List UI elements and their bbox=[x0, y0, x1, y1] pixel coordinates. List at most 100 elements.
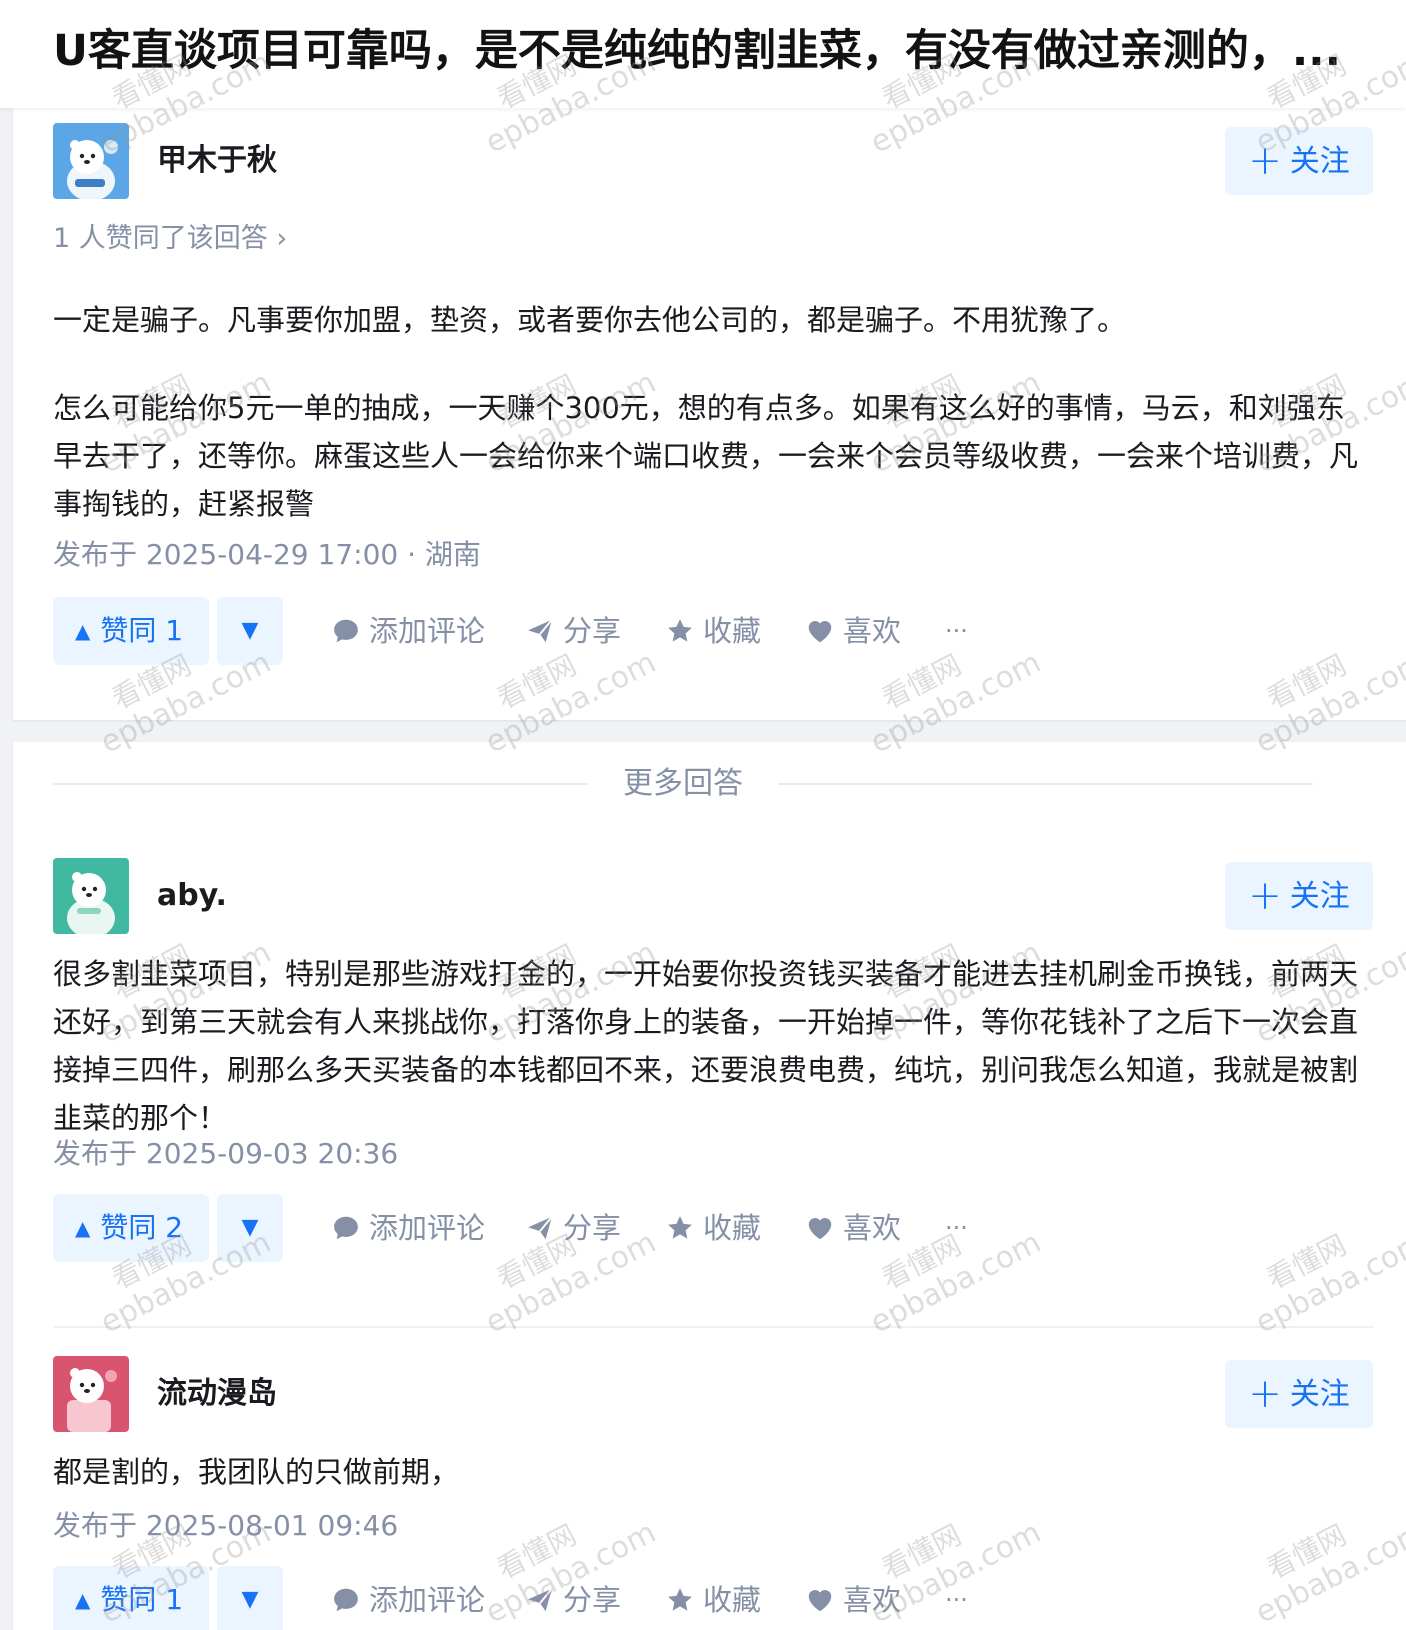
avatar-image bbox=[53, 123, 129, 199]
question-header: U客直谈项目可靠吗，是不是纯纯的割韭菜，有没有做过亲测的，... bbox=[0, 0, 1406, 108]
heart-icon bbox=[805, 1213, 835, 1243]
answer-paragraph: 很多割韭菜项目，特别是那些游戏打金的，一开始要你投资钱买装备才能进去挂机刷金币换… bbox=[53, 957, 1359, 1135]
star-icon bbox=[665, 616, 695, 646]
like-button[interactable]: 喜欢 bbox=[805, 1566, 901, 1630]
favorite-button[interactable]: 收藏 bbox=[665, 1566, 761, 1630]
follow-button[interactable]: + 关注 bbox=[1225, 1360, 1373, 1428]
action-bar: ▲ 赞同 1 ▼ 添加评论 分享 收藏 喜欢 ··· bbox=[53, 1566, 1053, 1630]
vote-down-button[interactable]: ▼ bbox=[217, 597, 283, 665]
answer-content: 一定是骗子。凡事要你加盟，垫资，或者要你去他公司的，都是骗子。不用犹豫了。 怎么… bbox=[53, 296, 1371, 528]
like-label: 喜欢 bbox=[843, 1583, 902, 1617]
answer-item: 流动漫岛 + 关注 都是割的，我团队的只做前期， 发布于 2025-08-01 0… bbox=[53, 1356, 1373, 1630]
add-comment-button[interactable]: 添加评论 bbox=[331, 1194, 485, 1262]
share-label: 分享 bbox=[563, 1583, 622, 1617]
comment-icon bbox=[331, 616, 361, 646]
more-answers-divider: 更多回答 bbox=[53, 754, 1373, 814]
vote-down-button[interactable]: ▼ bbox=[217, 1194, 283, 1262]
heart-icon bbox=[805, 1585, 835, 1615]
comment-label: 添加评论 bbox=[369, 614, 486, 648]
plus-icon: + bbox=[1248, 1371, 1282, 1417]
comment-icon bbox=[331, 1213, 361, 1243]
like-button[interactable]: 喜欢 bbox=[805, 1194, 901, 1262]
voters-text[interactable]: 1 人赞同了该回答 › bbox=[53, 221, 287, 257]
action-bar: ▲ 赞同 2 ▼ 添加评论 分享 收藏 喜欢 ··· bbox=[53, 1194, 1053, 1262]
favorite-label: 收藏 bbox=[703, 1211, 762, 1245]
author-name[interactable]: 流动漫岛 bbox=[157, 1374, 277, 1414]
comment-icon bbox=[331, 1585, 361, 1615]
share-label: 分享 bbox=[563, 1211, 622, 1245]
like-label: 喜欢 bbox=[843, 614, 902, 648]
question-title[interactable]: U客直谈项目可靠吗，是不是纯纯的割韭菜，有没有做过亲测的，... bbox=[53, 24, 1363, 78]
page: U客直谈项目可靠吗，是不是纯纯的割韭菜，有没有做过亲测的，... 甲木于秋 + … bbox=[0, 0, 1406, 1630]
heart-icon bbox=[805, 616, 835, 646]
answer-separator bbox=[53, 1326, 1373, 1328]
follow-label: 关注 bbox=[1289, 879, 1350, 914]
divider-line bbox=[53, 783, 588, 785]
vote-up-label: 赞同 1 bbox=[100, 1583, 184, 1616]
avatar[interactable] bbox=[53, 123, 129, 199]
favorite-label: 收藏 bbox=[703, 614, 762, 648]
more-answers-card: 更多回答 aby. + 关注 很多割韭菜项目，特别是那些游戏打金的，一开始要你投… bbox=[13, 742, 1406, 1630]
triangle-down-icon: ▼ bbox=[241, 618, 259, 643]
answer-item: 甲木于秋 + 关注 1 人赞同了该回答 › 一定是骗子。凡事要你加盟，垫资，或者要… bbox=[53, 108, 1373, 720]
vote-up-button[interactable]: ▲ 赞同 1 bbox=[53, 1566, 209, 1630]
share-button[interactable]: 分享 bbox=[525, 597, 621, 665]
share-button[interactable]: 分享 bbox=[525, 1566, 621, 1630]
add-comment-button[interactable]: 添加评论 bbox=[331, 1566, 485, 1630]
vote-down-button[interactable]: ▼ bbox=[217, 1566, 283, 1630]
answer-content: 都是割的，我团队的只做前期， bbox=[53, 1448, 1371, 1496]
plus-icon: + bbox=[1248, 138, 1282, 184]
avatar-image bbox=[53, 858, 129, 934]
action-bar: ▲ 赞同 1 ▼ 添加评论 分享 收藏 喜欢 ··· bbox=[53, 597, 1053, 665]
vote-up-label: 赞同 2 bbox=[100, 1211, 184, 1244]
answer-item: aby. + 关注 很多割韭菜项目，特别是那些游戏打金的，一开始要你投资钱买装备才… bbox=[53, 858, 1373, 1328]
divider-line bbox=[778, 783, 1313, 785]
like-label: 喜欢 bbox=[843, 1211, 902, 1245]
triangle-up-icon: ▲ bbox=[75, 619, 91, 643]
comment-label: 添加评论 bbox=[369, 1211, 486, 1245]
answer-paragraph: 怎么可能给你5元一单的抽成，一天赚个300元，想的有点多。如果有这么好的事情，马… bbox=[53, 391, 1359, 521]
plus-icon: + bbox=[1248, 873, 1282, 919]
share-icon bbox=[525, 616, 555, 646]
star-icon bbox=[665, 1213, 695, 1243]
vote-up-button[interactable]: ▲ 赞同 2 bbox=[53, 1194, 209, 1262]
triangle-down-icon: ▼ bbox=[241, 1587, 259, 1612]
publish-meta[interactable]: 发布于 2025-08-01 09:46 bbox=[53, 1508, 398, 1544]
follow-label: 关注 bbox=[1289, 1377, 1350, 1412]
triangle-down-icon: ▼ bbox=[241, 1215, 259, 1240]
add-comment-button[interactable]: 添加评论 bbox=[331, 597, 485, 665]
avatar[interactable] bbox=[53, 858, 129, 934]
more-button[interactable]: ··· bbox=[945, 1566, 968, 1630]
triangle-up-icon: ▲ bbox=[75, 1216, 91, 1240]
vote-up-label: 赞同 1 bbox=[100, 614, 184, 647]
share-icon bbox=[525, 1213, 555, 1243]
vote-up-button[interactable]: ▲ 赞同 1 bbox=[53, 597, 209, 665]
star-icon bbox=[665, 1585, 695, 1615]
author-info: aby. + 关注 bbox=[53, 858, 1373, 934]
share-button[interactable]: 分享 bbox=[525, 1194, 621, 1262]
favorite-button[interactable]: 收藏 bbox=[665, 597, 761, 665]
more-answers-label: 更多回答 bbox=[623, 766, 743, 801]
publish-meta[interactable]: 发布于 2025-04-29 17:00 · 湖南 bbox=[53, 537, 481, 573]
follow-button[interactable]: + 关注 bbox=[1225, 862, 1373, 930]
favorite-button[interactable]: 收藏 bbox=[665, 1194, 761, 1262]
more-button[interactable]: ··· bbox=[945, 1194, 968, 1262]
more-button[interactable]: ··· bbox=[945, 597, 968, 665]
answer-card: 甲木于秋 + 关注 1 人赞同了该回答 › 一定是骗子。凡事要你加盟，垫资，或者要… bbox=[13, 108, 1406, 720]
follow-button[interactable]: + 关注 bbox=[1225, 127, 1373, 195]
author-info: 流动漫岛 + 关注 bbox=[53, 1356, 1373, 1432]
avatar-image bbox=[53, 1356, 129, 1432]
answer-paragraph: 都是割的，我团队的只做前期， bbox=[53, 1455, 460, 1489]
author-info: 甲木于秋 + 关注 bbox=[53, 123, 1373, 199]
favorite-label: 收藏 bbox=[703, 1583, 762, 1617]
publish-meta[interactable]: 发布于 2025-09-03 20:36 bbox=[53, 1136, 398, 1172]
share-icon bbox=[525, 1585, 555, 1615]
answer-content: 很多割韭菜项目，特别是那些游戏打金的，一开始要你投资钱买装备才能进去挂机刷金币换… bbox=[53, 950, 1371, 1142]
share-label: 分享 bbox=[563, 614, 622, 648]
triangle-up-icon: ▲ bbox=[75, 1588, 91, 1612]
author-name[interactable]: aby. bbox=[157, 876, 227, 916]
like-button[interactable]: 喜欢 bbox=[805, 597, 901, 665]
author-name[interactable]: 甲木于秋 bbox=[157, 141, 277, 181]
avatar[interactable] bbox=[53, 1356, 129, 1432]
comment-label: 添加评论 bbox=[369, 1583, 486, 1617]
